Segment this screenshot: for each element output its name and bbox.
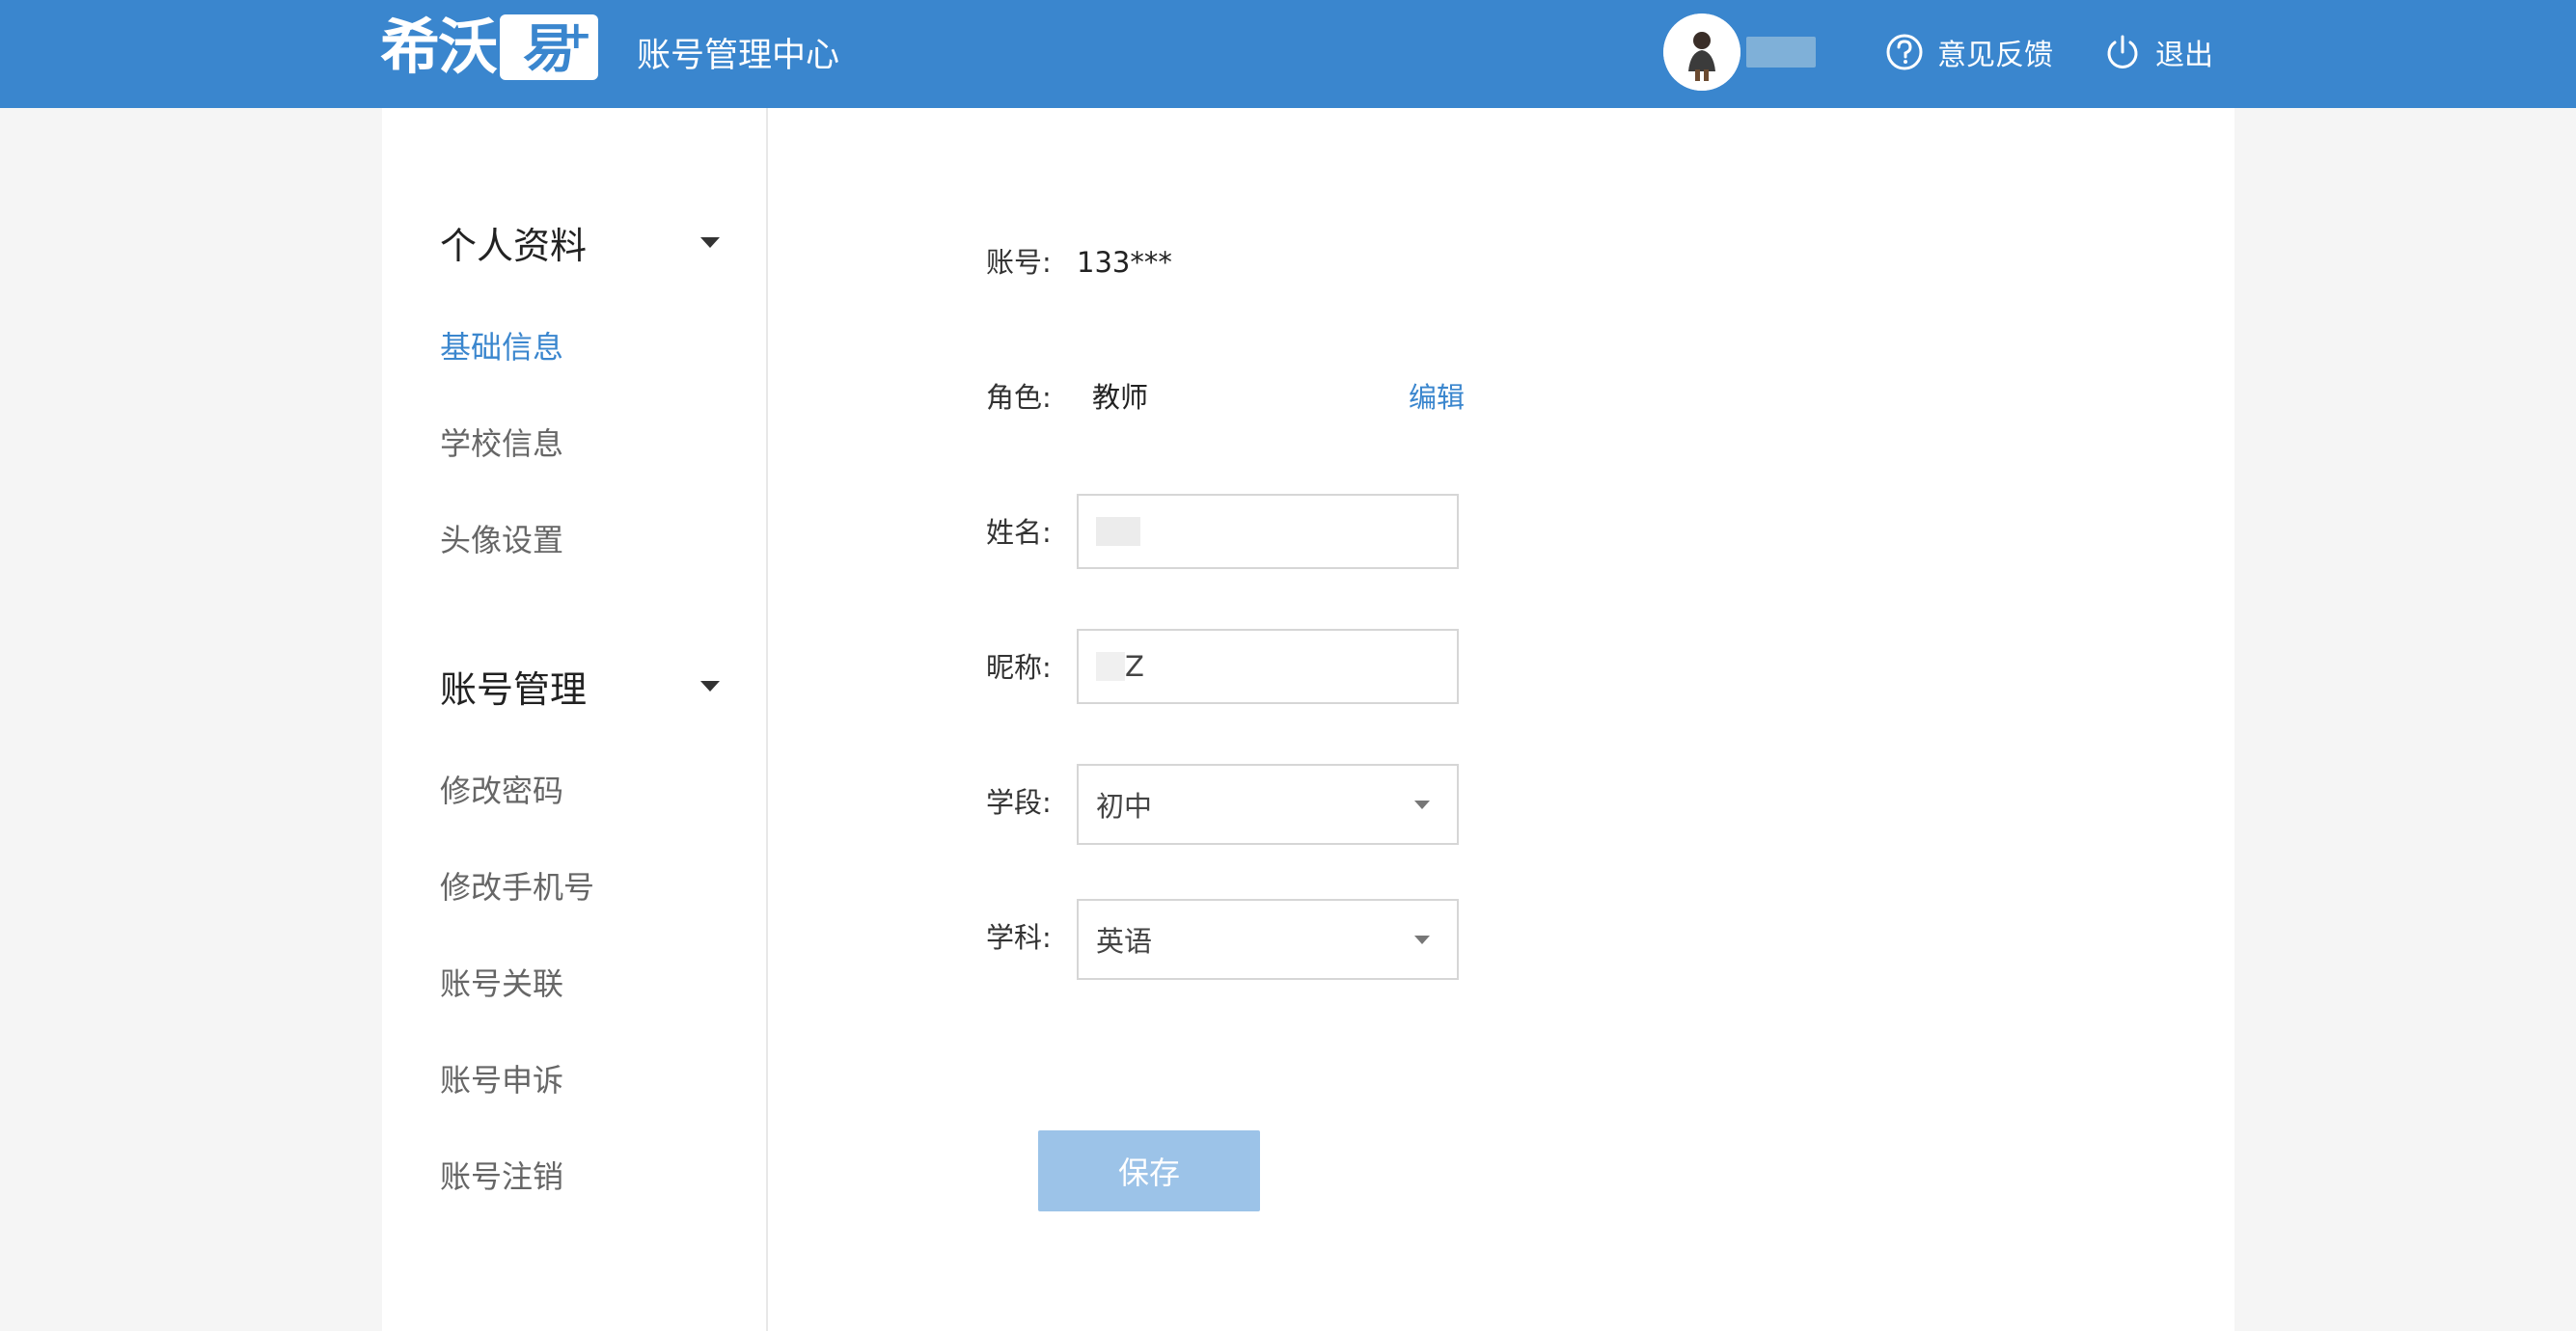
sidebar-item-account-link[interactable]: 账号关联 [440, 963, 563, 1005]
account-label: 账号: [986, 246, 1052, 279]
feedback-link[interactable]: 意见反馈 [1885, 29, 2053, 75]
caret-down-icon [700, 236, 720, 248]
edit-role-link[interactable]: 编辑 [1409, 378, 1465, 417]
stage-value: 初中 [1096, 790, 1153, 823]
chevron-down-icon [1414, 935, 1430, 944]
save-button[interactable]: 保存 [1038, 1130, 1260, 1211]
subject-label: 学科: [986, 921, 1052, 954]
sidebar-item-change-password[interactable]: 修改密码 [440, 770, 563, 812]
question-circle-icon [1886, 34, 1923, 70]
user-name-masked[interactable] [1746, 37, 1816, 68]
logo[interactable]: 希沃 易 + [380, 12, 599, 83]
account-value: 133*** [1077, 246, 1172, 279]
subject-value: 英语 [1096, 925, 1153, 958]
logo-plus: + [560, 14, 593, 58]
nickname-input[interactable]: Z [1077, 629, 1459, 704]
logout-label: 退出 [2155, 39, 2213, 72]
feedback-label: 意见反馈 [1937, 39, 2053, 72]
sidebar: 个人资料 基础信息 学校信息 头像设置 账号管理 修改密码 修改手机号 账号关联… [382, 108, 768, 1331]
caret-down-icon [700, 680, 720, 692]
stage-label: 学段: [986, 786, 1052, 819]
sidebar-item-account-appeal[interactable]: 账号申诉 [440, 1059, 563, 1101]
logout-link[interactable]: 退出 [2103, 29, 2213, 75]
chevron-down-icon [1414, 800, 1430, 809]
app-title: 账号管理中心 [637, 37, 840, 75]
content-card: 个人资料 基础信息 学校信息 头像设置 账号管理 修改密码 修改手机号 账号关联… [382, 108, 2234, 1331]
sidebar-group-title: 账号管理 [440, 667, 588, 711]
sidebar-group-account[interactable]: 账号管理 [440, 662, 720, 711]
role-value: 教师 [1092, 381, 1149, 414]
stage-select[interactable]: 初中 [1077, 764, 1459, 845]
subject-select[interactable]: 英语 [1077, 899, 1459, 980]
logo-text: 希沃 [380, 12, 498, 82]
logo-badge: 易 + [500, 14, 599, 80]
name-label: 姓名: [986, 516, 1052, 549]
sidebar-item-avatar-settings[interactable]: 头像设置 [440, 519, 563, 561]
role-label: 角色: [986, 381, 1052, 414]
power-icon [2107, 35, 2138, 68]
avatar[interactable] [1663, 14, 1740, 91]
sidebar-item-basic-info[interactable]: 基础信息 [440, 326, 563, 368]
sidebar-item-change-phone[interactable]: 修改手机号 [440, 866, 594, 909]
sidebar-item-account-cancel[interactable]: 账号注销 [440, 1155, 563, 1198]
sidebar-item-school-info[interactable]: 学校信息 [440, 422, 563, 465]
name-value-masked [1096, 517, 1140, 546]
sidebar-group-title: 个人资料 [440, 224, 588, 267]
name-input[interactable] [1077, 494, 1459, 569]
nickname-value: Z [1125, 650, 1144, 683]
nickname-value-masked [1096, 652, 1125, 681]
nickname-label: 昵称: [986, 651, 1052, 684]
user-avatar-icon [1663, 14, 1740, 91]
sidebar-group-profile[interactable]: 个人资料 [440, 218, 720, 267]
top-bar: 希沃 易 + 账号管理中心 意见反馈 退出 [0, 0, 2576, 108]
